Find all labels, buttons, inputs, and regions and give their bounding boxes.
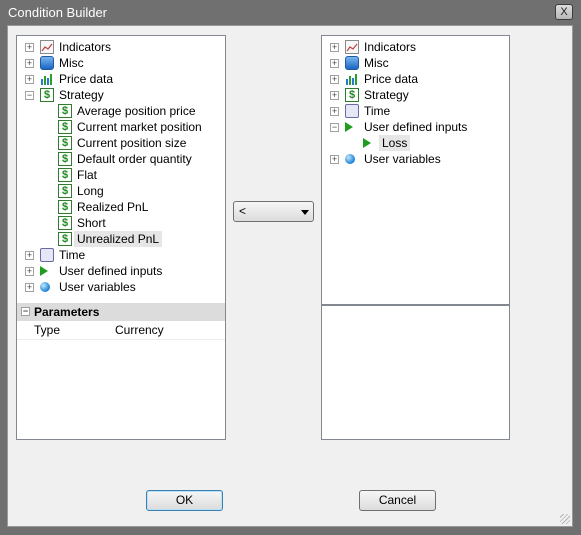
expand-icon[interactable]: + xyxy=(25,251,34,260)
tree-item-label: Indicators xyxy=(364,40,417,54)
tree-item-label: Strategy xyxy=(59,88,104,102)
tree-item-label: Realized PnL xyxy=(77,200,149,214)
dollar-icon: $ xyxy=(58,232,72,246)
dollar-icon: $ xyxy=(58,120,72,134)
expand-icon[interactable]: + xyxy=(330,91,339,100)
globe-icon xyxy=(40,282,50,292)
parameter-value[interactable]: Currency xyxy=(115,323,225,337)
database-icon xyxy=(40,56,54,70)
tree-item-label: Short xyxy=(77,216,106,230)
ok-button[interactable]: OK xyxy=(146,490,223,511)
globe-icon xyxy=(345,154,355,164)
play-icon xyxy=(363,138,371,148)
tree-item-label: Current market position xyxy=(77,120,202,134)
tree-item-label: Average position price xyxy=(77,104,196,118)
dollar-icon: $ xyxy=(58,200,72,214)
dollar-icon: $ xyxy=(58,216,72,230)
calendar-clock-icon xyxy=(345,104,359,118)
bar-chart-icon xyxy=(345,72,359,86)
chart-icon xyxy=(40,40,54,54)
expand-icon[interactable]: + xyxy=(330,43,339,52)
parameter-name: Type xyxy=(34,323,61,337)
operator-value: < xyxy=(239,204,247,218)
expand-icon[interactable]: + xyxy=(25,59,34,68)
operator-dropdown[interactable]: < xyxy=(233,201,314,222)
parameters-header[interactable]: − Parameters xyxy=(17,303,225,321)
dollar-icon: $ xyxy=(58,184,72,198)
expand-icon[interactable]: + xyxy=(330,107,339,116)
expand-icon[interactable]: + xyxy=(330,155,339,164)
expand-icon[interactable]: + xyxy=(25,43,34,52)
tree-item-label: Indicators xyxy=(59,40,112,54)
cancel-button[interactable]: Cancel xyxy=(359,490,436,511)
dollar-icon: $ xyxy=(58,152,72,166)
tree-item-label: Time xyxy=(59,248,86,262)
tree-item-label: Time xyxy=(364,104,391,118)
tree-item-label: User defined inputs xyxy=(59,264,163,278)
chevron-down-icon xyxy=(301,210,309,215)
tree-item-label: Flat xyxy=(77,168,98,182)
tree-item-label: Misc xyxy=(364,56,389,70)
collapse-icon[interactable]: − xyxy=(25,91,34,100)
tree-item-label: User variables xyxy=(364,152,441,166)
play-icon xyxy=(40,266,48,276)
tree-item-label: User variables xyxy=(59,280,136,294)
condition-builder-window: Condition Builder X + Indicators + Misc + Pri… xyxy=(0,0,581,535)
tree-item-label: Unrealized PnL xyxy=(74,231,163,247)
close-icon: X xyxy=(560,6,568,18)
dollar-icon: $ xyxy=(58,104,72,118)
dollar-icon: $ xyxy=(345,88,359,102)
collapse-icon[interactable]: − xyxy=(21,307,30,316)
window-title: Condition Builder xyxy=(8,5,108,20)
right-parameters-panel[interactable] xyxy=(321,305,510,440)
tree-item-label: Strategy xyxy=(364,88,409,102)
bar-chart-icon xyxy=(40,72,54,86)
tree-item-label: Current position size xyxy=(77,136,187,150)
collapse-icon[interactable]: − xyxy=(330,123,339,132)
right-tree-panel[interactable]: + Indicators + Misc + Price data + $ Strategy + Ti… xyxy=(321,35,510,305)
dollar-icon: $ xyxy=(40,88,54,102)
tree-item-label: Misc xyxy=(59,56,84,70)
expand-icon[interactable]: + xyxy=(25,75,34,84)
tree-item-label: Loss xyxy=(379,135,411,151)
expand-icon[interactable]: + xyxy=(330,75,339,84)
tree-item-label: Long xyxy=(77,184,104,198)
tree-item-label: Price data xyxy=(364,72,419,86)
tree-item-label: User defined inputs xyxy=(364,120,468,134)
chart-icon xyxy=(345,40,359,54)
calendar-clock-icon xyxy=(40,248,54,262)
expand-icon[interactable]: + xyxy=(25,283,34,292)
expand-icon[interactable]: + xyxy=(330,59,339,68)
play-icon xyxy=(345,122,353,132)
left-tree-panel[interactable]: + Indicators + Misc + Price data − $ Strategy $ Av… xyxy=(16,35,226,440)
parameter-row-type[interactable]: Type Currency xyxy=(17,322,225,340)
expand-icon[interactable]: + xyxy=(25,267,34,276)
dollar-icon: $ xyxy=(58,168,72,182)
close-button[interactable]: X xyxy=(555,4,573,20)
tree-item-label: Default order quantity xyxy=(77,152,192,166)
resize-grip[interactable] xyxy=(560,514,570,524)
tree-item-label: Price data xyxy=(59,72,114,86)
parameters-title: Parameters xyxy=(34,305,100,319)
title-bar[interactable]: Condition Builder X xyxy=(0,0,581,24)
dollar-icon: $ xyxy=(58,136,72,150)
dialog-client-area: + Indicators + Misc + Price data − $ Strategy $ Av… xyxy=(7,25,573,527)
database-icon xyxy=(345,56,359,70)
